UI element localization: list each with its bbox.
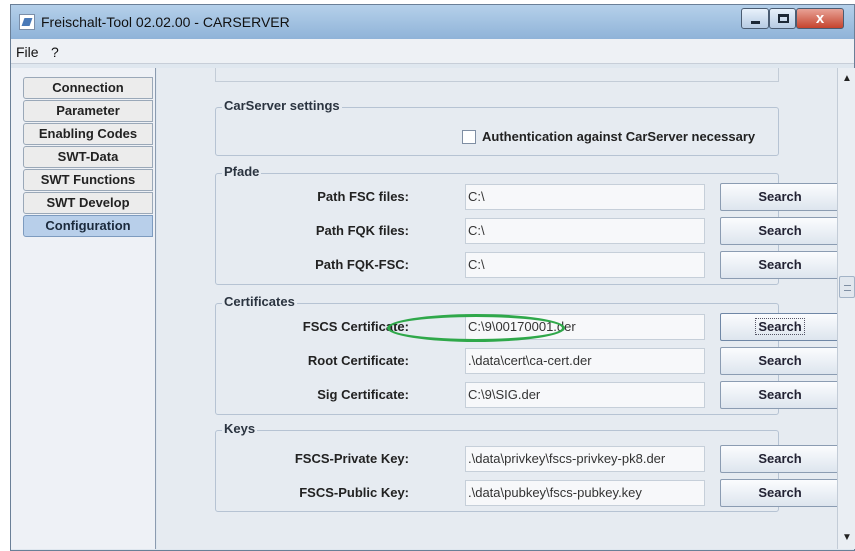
carserver-settings-group: CarServer settings Authentication agains… [215, 98, 779, 156]
configuration-panel: CarServer settings Authentication agains… [157, 68, 840, 549]
fscs-public-key-input[interactable]: .\data\pubkey\fscs-pubkey.key [465, 480, 705, 506]
path-fsc-input[interactable]: C:\ [465, 184, 705, 210]
fscs-private-key-input[interactable]: .\data\privkey\fscs-privkey-pk8.der [465, 446, 705, 472]
vertical-scrollbar[interactable]: ▲ ▼ [837, 68, 855, 549]
keys-group: Keys FSCS-Private Key: .\data\privkey\fs… [215, 421, 840, 512]
tab-connection[interactable]: Connection [23, 77, 153, 99]
tab-swt-functions[interactable]: SWT Functions [23, 169, 153, 191]
close-icon: x [815, 10, 825, 27]
button-label: Search [755, 318, 805, 335]
path-fqk-label: Path FQK files: [315, 223, 409, 238]
sig-certificate-search-button[interactable]: Search [720, 381, 840, 409]
maximize-icon [778, 14, 789, 23]
root-certificate-search-button[interactable]: Search [720, 347, 840, 375]
app-icon [19, 14, 35, 30]
path-fqk-input[interactable]: C:\ [465, 218, 705, 244]
tab-configuration[interactable]: Configuration [23, 215, 153, 237]
fscs-public-key-label: FSCS-Public Key: [299, 485, 409, 500]
menu-file[interactable]: File [16, 44, 39, 60]
path-fqk-fsc-input[interactable]: C:\ [465, 252, 705, 278]
fscs-public-key-search-button[interactable]: Search [720, 479, 840, 507]
auth-checkbox-label[interactable]: Authentication against CarServer necessa… [482, 129, 755, 144]
path-fsc-label: Path FSC files: [317, 189, 409, 204]
group-title: CarServer settings [222, 98, 342, 113]
root-certificate-input[interactable]: .\data\cert\ca-cert.der [465, 348, 705, 374]
fscs-certificate-search-button[interactable]: Search [720, 313, 840, 341]
title-bar[interactable]: Freischalt-Tool 02.02.00 - CARSERVER x [11, 5, 854, 39]
tab-enabling-codes[interactable]: Enabling Codes [23, 123, 153, 145]
tab-swt-data[interactable]: SWT-Data [23, 146, 153, 168]
group-title: Keys [222, 421, 258, 436]
maximize-button[interactable] [769, 8, 796, 29]
minimize-icon [751, 21, 760, 24]
root-certificate-label: Root Certificate: [307, 353, 409, 368]
minimize-button[interactable] [741, 8, 769, 29]
sig-certificate-label: Sig Certificate: [317, 387, 409, 402]
auth-checkbox[interactable] [462, 130, 476, 144]
tab-swt-develop[interactable]: SWT Develop [23, 192, 153, 214]
fscs-private-key-label: FSCS-Private Key: [294, 451, 409, 466]
highlight-annotation [387, 314, 565, 342]
close-button[interactable]: x [796, 8, 844, 29]
fscs-private-key-search-button[interactable]: Search [720, 445, 840, 473]
menu-bar: File ? [11, 39, 854, 64]
path-fqk-fsc-label: Path FQK-FSC: [315, 257, 409, 272]
path-fqk-search-button[interactable]: Search [720, 217, 840, 245]
sig-certificate-input[interactable]: C:\9\SIG.der [465, 382, 705, 408]
scroll-up-icon[interactable]: ▲ [839, 70, 855, 87]
tab-parameter[interactable]: Parameter [23, 100, 153, 122]
tab-strip: Connection Parameter Enabling Codes SWT-… [11, 68, 156, 549]
pfade-group: Pfade Path FSC files: C:\ Search Path FQ… [215, 164, 840, 285]
path-fqk-fsc-search-button[interactable]: Search [720, 251, 840, 279]
group-title: Certificates [222, 294, 297, 309]
window-title: Freischalt-Tool 02.02.00 - CARSERVER [41, 14, 290, 30]
group-title: Pfade [222, 164, 262, 179]
previous-group-edge [215, 68, 779, 82]
scroll-down-icon[interactable]: ▼ [839, 529, 855, 546]
menu-help[interactable]: ? [51, 44, 59, 60]
app-window: Freischalt-Tool 02.02.00 - CARSERVER x F… [10, 4, 855, 551]
path-fsc-search-button[interactable]: Search [720, 183, 840, 211]
scroll-thumb[interactable] [839, 276, 855, 298]
